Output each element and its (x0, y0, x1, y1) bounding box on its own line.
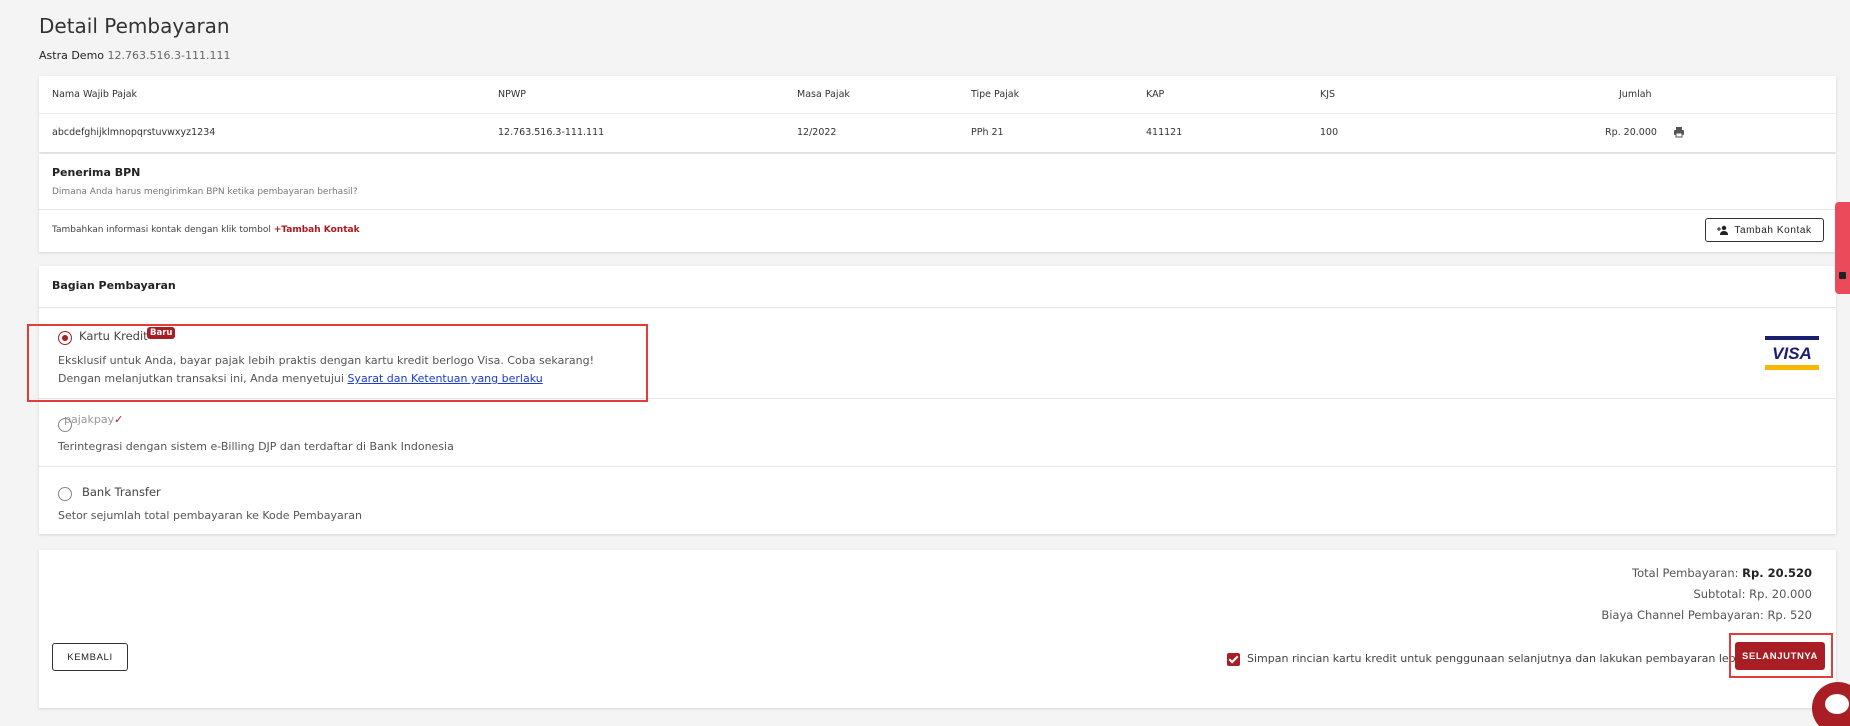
visa-logo-text: VISA (1772, 344, 1812, 363)
credit-card-terms: Dengan melanjutkan transaksi ini, Anda m… (58, 372, 543, 385)
subtotal-line: Subtotal: Rp. 20.000 (1693, 587, 1812, 601)
bpn-hint: Tambahkan informasi kontak dengan klik t… (52, 225, 360, 235)
payment-divider-2 (39, 466, 1836, 467)
col-header-kjs: KJS (1320, 89, 1336, 100)
feedback-side-tab[interactable] (1835, 202, 1850, 294)
terms-link[interactable]: Syarat dan Ketentuan yang berlaku (347, 372, 542, 385)
cell-kap: 411121 (1146, 127, 1183, 138)
total-line: Total Pembayaran: Rp. 20.520 (1632, 566, 1812, 580)
col-header-masa-pajak: Masa Pajak (797, 89, 850, 100)
bpn-hint-text: Tambahkan informasi kontak dengan klik t… (52, 225, 271, 235)
page-title: Detail Pembayaran (39, 14, 230, 38)
cell-npwp: 12.763.516.3-111.111 (498, 127, 605, 138)
add-user-icon (1717, 225, 1729, 235)
channel-fee-value: Rp. 520 (1767, 608, 1812, 622)
payment-section: Bagian Pembayaran VISA (39, 266, 1836, 534)
col-header-nama: Nama Wajib Pajak (52, 89, 138, 100)
cell-masa-pajak: 12/2022 (797, 127, 837, 138)
credit-card-radio[interactable] (58, 331, 72, 345)
table-row: abcdefghijklmnopqrstuvwxyz1234 12.763.51… (39, 114, 1836, 152)
add-contact-button[interactable]: Tambah Kontak (1705, 218, 1824, 242)
visa-logo: VISA (1765, 336, 1819, 370)
bpn-card: Penerima BPN Dimana Anda harus mengirimk… (39, 154, 1836, 252)
col-header-tipe-pajak: Tipe Pajak (971, 89, 1020, 100)
subtotal-label: Subtotal: (1693, 587, 1746, 601)
back-button[interactable]: KEMBALI (52, 643, 128, 671)
summary-card: Total Pembayaran: Rp. 20.520 Subtotal: R… (39, 550, 1836, 708)
cell-jumlah: Rp. 20.000 (1605, 127, 1657, 138)
payment-title: Bagian Pembayaran (52, 279, 176, 292)
next-button[interactable]: SELANJUTNYA (1735, 642, 1825, 670)
company-name: Astra Demo (39, 49, 105, 62)
pajakpay-desc: Terintegrasi dengan sistem e-Billing DJP… (58, 440, 454, 453)
save-card-text: Simpan rincian kartu kredit untuk penggu… (1247, 652, 1781, 665)
terms-prefix: Dengan melanjutkan transaksi ini, Anda m… (58, 372, 344, 385)
total-value: Rp. 20.520 (1742, 566, 1812, 580)
cell-tipe-pajak: PPh 21 (971, 127, 1004, 138)
payment-divider-1 (39, 398, 1836, 399)
bpn-title: Penerima BPN (52, 166, 141, 179)
pajakpay-logo[interactable]: pajakpay✓ (64, 413, 123, 426)
company-npwp: 12.763.516.3-111.111 (107, 49, 231, 62)
cell-kjs: 100 (1320, 127, 1339, 138)
add-contact-link[interactable]: +Tambah Kontak (274, 225, 360, 235)
company-info: Astra Demo 12.763.516.3-111.111 (39, 49, 230, 62)
save-card-checkbox[interactable] (1227, 653, 1240, 666)
subtotal-value: Rp. 20.000 (1749, 587, 1812, 601)
col-header-kap: KAP (1146, 89, 1165, 100)
new-badge: Baru (147, 327, 176, 339)
chat-icon (1825, 694, 1849, 714)
pajakpay-logo-text: pajakpay (64, 413, 115, 426)
add-contact-button-label: Tambah Kontak (1734, 224, 1812, 236)
tax-table: Nama Wajib Pajak NPWP Masa Pajak Tipe Pa… (39, 76, 1836, 152)
channel-fee-label: Biaya Channel Pembayaran: (1601, 608, 1764, 622)
feedback-icon (1839, 272, 1846, 279)
bank-transfer-desc: Setor sejumlah total pembayaran ke Kode … (58, 509, 362, 522)
bpn-divider (39, 209, 1836, 210)
check-icon: ✓ (114, 413, 124, 426)
channel-fee-line: Biaya Channel Pembayaran: Rp. 520 (1601, 608, 1812, 622)
col-header-npwp: NPWP (498, 89, 526, 100)
payment-divider-top (39, 307, 1836, 308)
cell-nama: abcdefghijklmnopqrstuvwxyz1234 (52, 127, 216, 138)
credit-card-desc: Eksklusif untuk Anda, bayar pajak lebih … (58, 354, 594, 367)
table-header: Nama Wajib Pajak NPWP Masa Pajak Tipe Pa… (39, 76, 1836, 114)
credit-card-label[interactable]: Kartu Kredit (79, 329, 148, 343)
bank-transfer-label[interactable]: Bank Transfer (82, 485, 161, 499)
total-label: Total Pembayaran: (1632, 566, 1739, 580)
bank-transfer-radio[interactable] (58, 487, 72, 501)
bpn-subtitle: Dimana Anda harus mengirimkan BPN ketika… (52, 187, 358, 197)
print-icon[interactable] (1673, 126, 1685, 138)
col-header-jumlah: Jumlah (1619, 89, 1652, 100)
